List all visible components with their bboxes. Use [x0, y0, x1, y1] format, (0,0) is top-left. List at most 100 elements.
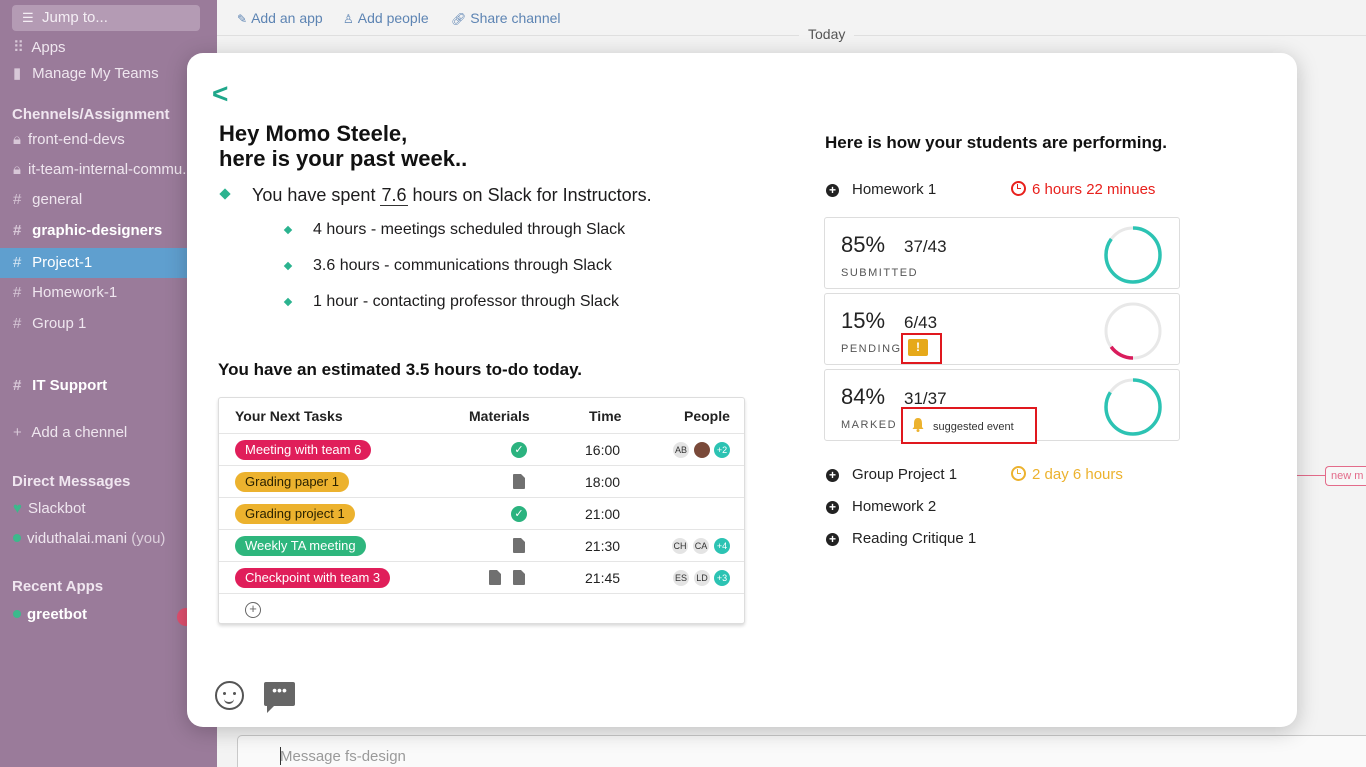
- assignment-reading-critique-1[interactable]: Reading Critique 1: [852, 530, 976, 547]
- new-messages-tag[interactable]: new m: [1325, 466, 1366, 486]
- stat-percent: 84%: [841, 384, 886, 409]
- task-pill[interactable]: Grading paper 1: [235, 472, 349, 492]
- pending-warning-highlight[interactable]: !: [901, 333, 942, 364]
- task-pill[interactable]: Checkpoint with team 3: [235, 568, 391, 588]
- search-list-icon: ☰: [22, 10, 34, 25]
- jump-placeholder: Jump to...: [42, 9, 108, 26]
- link-icon: 🔗︎: [451, 12, 467, 26]
- add-person-icon: ♙: [343, 12, 354, 26]
- add-channel-button[interactable]: + Add a chennel: [0, 419, 217, 447]
- dm-slackbot[interactable]: ♥ Slackbot: [0, 495, 217, 523]
- assignment-homework-2[interactable]: Homework 2: [852, 498, 936, 515]
- more-people-badge[interactable]: +4: [713, 537, 731, 555]
- channel-label: Project-1: [32, 254, 93, 271]
- warning-icon[interactable]: !: [908, 339, 928, 356]
- add-people-link[interactable]: ♙ Add people: [343, 10, 429, 26]
- sidebar-channel-homework-1[interactable]: # Homework-1: [0, 279, 217, 307]
- task-pill[interactable]: Meeting with team 6: [235, 440, 372, 460]
- jump-to-search[interactable]: ☰ Jump to...: [12, 5, 200, 31]
- add-task-plus-circle-icon[interactable]: +: [245, 602, 261, 618]
- dm-name: Slackbot: [28, 500, 86, 517]
- suggested-event-highlight[interactable]: suggested event: [901, 407, 1037, 444]
- task-pill[interactable]: Weekly TA meeting: [235, 536, 366, 556]
- document-icon[interactable]: [513, 570, 525, 585]
- sidebar-channel-it-team[interactable]: 🔒︎ it-team-internal-commu...: [0, 156, 217, 184]
- app-name: greetbot: [27, 606, 87, 623]
- sidebar-channel-group-1[interactable]: # Group 1: [0, 310, 217, 338]
- sidebar-apps-label: Apps: [31, 39, 66, 56]
- deadline-homework-1: 6 hours 22 minues: [1011, 181, 1155, 198]
- plus-icon: +: [13, 424, 22, 441]
- sidebar-channel-project-1[interactable]: # Project-1: [0, 248, 217, 278]
- channels-header[interactable]: Chennels/Assignment: [12, 106, 170, 123]
- avatar-photo[interactable]: [693, 441, 711, 459]
- table-row[interactable]: Meeting with team 6 ✓ 16:00 AB +2: [219, 433, 744, 465]
- sidebar-channel-it-support[interactable]: # IT Support: [0, 372, 217, 400]
- breakdown-item: 3.6 hours - communications through Slack: [313, 257, 612, 274]
- add-channel-label: Add a chennel: [31, 424, 128, 441]
- deadline-text: 2 day 6 hours: [1032, 466, 1123, 483]
- message-input-placeholder[interactable]: Message fs-design: [280, 748, 406, 765]
- task-time: 18:00: [585, 474, 621, 490]
- stat-card-submitted[interactable]: 85% 37/43 SUBMITTED: [824, 217, 1180, 289]
- sidebar-apps[interactable]: ⠿ Apps: [0, 34, 217, 62]
- stat-percent: 15%: [841, 308, 886, 333]
- sidebar-channel-general[interactable]: # general: [0, 186, 217, 214]
- task-time: 21:45: [585, 570, 621, 586]
- document-icon[interactable]: [513, 538, 525, 553]
- deadline-text: 6 hours 22 minues: [1032, 181, 1156, 198]
- sidebar-channel-graphic-designers[interactable]: # graphic-designers: [0, 217, 217, 245]
- stat-ratio: 31/37: [904, 389, 947, 408]
- table-row[interactable]: Grading paper 1 18:00: [219, 465, 744, 497]
- check-circle-icon[interactable]: ✓: [511, 442, 527, 458]
- clock-icon: [1011, 466, 1026, 481]
- document-icon[interactable]: [489, 570, 501, 585]
- table-row[interactable]: Grading project 1 ✓ 21:00: [219, 497, 744, 529]
- task-time: 16:00: [585, 442, 621, 458]
- expand-plus-icon[interactable]: +: [826, 469, 839, 482]
- todo-estimate: You have an estimated 3.5 hours to-do to…: [218, 360, 582, 379]
- presence-dot-icon: [13, 534, 21, 542]
- avatar[interactable]: LD: [693, 569, 711, 587]
- stat-label: MARKED: [841, 419, 898, 431]
- direct-messages-header[interactable]: Direct Messages: [12, 473, 130, 490]
- message-composer[interactable]: [237, 735, 1366, 767]
- assignment-group-project-1[interactable]: Group Project 1: [852, 466, 957, 483]
- document-icon[interactable]: [513, 474, 525, 489]
- clock-icon: [1011, 181, 1026, 196]
- check-circle-icon[interactable]: ✓: [511, 506, 527, 522]
- expand-plus-icon[interactable]: +: [826, 184, 839, 197]
- share-channel-label: Share channel: [470, 10, 561, 26]
- hash-icon: #: [13, 191, 22, 208]
- smiley-face-icon[interactable]: [215, 681, 244, 710]
- back-chevron-icon[interactable]: <: [212, 80, 228, 108]
- new-messages-line: [1297, 475, 1327, 476]
- task-pill[interactable]: Grading project 1: [235, 504, 355, 524]
- avatar[interactable]: AB: [672, 441, 690, 459]
- expand-plus-icon[interactable]: +: [826, 501, 839, 514]
- share-channel-link[interactable]: 🔗︎ Share channel: [451, 10, 561, 26]
- add-app-link[interactable]: ✎ Add an app: [237, 10, 323, 26]
- recent-apps-header[interactable]: Recent Apps: [12, 578, 103, 595]
- more-people-badge[interactable]: +3: [713, 569, 731, 587]
- more-people-badge[interactable]: +2: [713, 441, 731, 459]
- chat-bubble-icon[interactable]: •••: [264, 682, 295, 713]
- task-time: 21:30: [585, 538, 621, 554]
- spent-prefix: You have spent: [252, 185, 376, 205]
- avatar[interactable]: CH: [671, 537, 689, 555]
- assignment-homework-1[interactable]: Homework 1: [852, 181, 936, 198]
- hash-icon: #: [13, 222, 22, 239]
- lock-icon: 🔒︎: [13, 131, 21, 148]
- avatar[interactable]: CA: [692, 537, 710, 555]
- hash-icon: #: [13, 315, 22, 332]
- table-row[interactable]: Checkpoint with team 3 21:45 ES LD +3: [219, 561, 744, 593]
- avatar[interactable]: ES: [672, 569, 690, 587]
- expand-plus-icon[interactable]: +: [826, 533, 839, 546]
- channel-header: ✎ Add an app ♙ Add people 🔗︎ Share channel: [217, 0, 1366, 36]
- time-spent-summary: You have spent 7.6 hours on Slack for In…: [252, 185, 652, 206]
- sidebar-manage-teams[interactable]: ▮ Manage My Teams: [0, 60, 217, 88]
- sidebar-channel-front-end-devs[interactable]: 🔒︎ front-end-devs: [0, 126, 217, 154]
- table-row[interactable]: Weekly TA meeting 21:30 CH CA +4: [219, 529, 744, 561]
- stat-card-pending[interactable]: 15% 6/43 PENDING: [824, 293, 1180, 365]
- dm-self[interactable]: viduthalai.mani (you): [0, 525, 217, 553]
